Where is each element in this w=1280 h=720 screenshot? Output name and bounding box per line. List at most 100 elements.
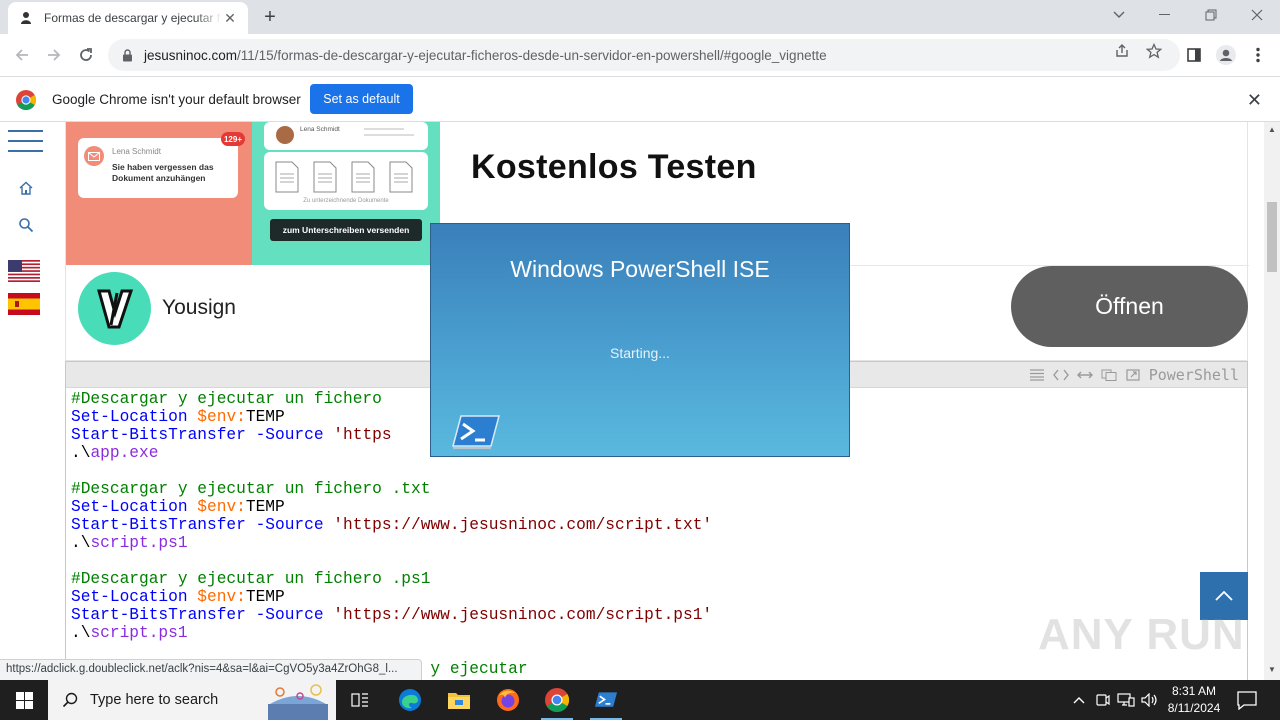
taskbar-clock[interactable]: 8:31 AM 8/11/2024 (1160, 683, 1228, 717)
chrome-logo-icon (16, 90, 36, 110)
share-icon[interactable] (1113, 42, 1131, 60)
view-source-icon[interactable] (1052, 368, 1069, 382)
back-arrow-icon[interactable] (9, 42, 35, 68)
status-bar-url: https://adclick.g.doubleclick.net/aclk?n… (0, 659, 422, 680)
scroll-up-arrow-icon[interactable]: ▲ (1268, 126, 1276, 134)
code-line: Start-BitsTransfer -Source 'https://www.… (71, 606, 713, 624)
page-scrollbar[interactable]: ▲ ▼ (1264, 122, 1280, 680)
lock-icon[interactable] (120, 48, 134, 62)
taskbar-search-box[interactable]: Type here to search (48, 680, 336, 720)
chevron-up-icon (1215, 591, 1233, 601)
signer-avatar (276, 126, 294, 144)
scroll-thumb[interactable] (1267, 202, 1277, 272)
ad-notification-badge: 129+ (221, 132, 245, 146)
code-line: .\script.ps1 (71, 534, 188, 552)
search-placeholder: Type here to search (90, 692, 219, 708)
url-text[interactable]: jesusninoc.com/11/15/formas-de-descargar… (144, 48, 827, 63)
code-line: #Descargar y ejecutar un fichero .txt (71, 480, 431, 498)
copy-icon[interactable] (1101, 368, 1117, 382)
bookmark-star-icon[interactable] (1145, 42, 1163, 60)
chrome-menu-icon[interactable] (1247, 44, 1269, 66)
open-new-window-icon[interactable] (1125, 368, 1141, 382)
home-icon[interactable] (14, 176, 38, 200)
scroll-down-arrow-icon[interactable]: ▼ (1268, 666, 1276, 674)
network-icon[interactable] (1117, 691, 1135, 709)
taskbar-file-explorer[interactable] (435, 680, 483, 720)
side-panel-icon[interactable] (1183, 44, 1205, 66)
taskbar-powershell-ise[interactable] (582, 680, 630, 720)
set-as-default-button[interactable]: Set as default (310, 84, 413, 114)
search-highlight-icon (268, 684, 328, 720)
minimize-button[interactable] (1142, 0, 1188, 30)
restore-button[interactable] (1188, 0, 1234, 30)
view-plain-icon[interactable] (1029, 368, 1045, 382)
taskbar-edge[interactable] (386, 680, 434, 720)
ad-open-button[interactable]: Öffnen (1011, 266, 1248, 347)
powershell-ise-splash: Windows PowerShell ISE Starting... (430, 223, 850, 457)
firefox-icon (497, 689, 519, 711)
taskbar-firefox[interactable] (484, 680, 532, 720)
ad-documents-card: Zu unterzeichnende Dokumente (264, 152, 428, 210)
infobar-message: Google Chrome isn't your default browser (52, 92, 301, 107)
tab-title: Formas de descargar y ejecutar ficheros … (44, 11, 222, 25)
ad-image-right[interactable]: Lena Schmidt Zu unterzeichnende Dokument… (252, 122, 440, 265)
tab-search-chevron-icon[interactable] (1096, 0, 1142, 30)
code-line: Start-BitsTransfer -Source 'https://www.… (71, 516, 713, 534)
code-language-label: PowerShell (1148, 366, 1239, 384)
ad-headline[interactable]: Kostenlos Testen (471, 148, 757, 187)
notification-center-icon[interactable] (1236, 690, 1258, 710)
url-path: /11/15/formas-de-descargar-y-ejecutar-fi… (237, 47, 827, 63)
address-bar[interactable]: jesusninoc.com/11/15/formas-de-descargar… (108, 39, 1180, 71)
folder-icon (448, 693, 470, 709)
ad-notification-card: Lena Schmidt Sie haben vergessen das Dok… (78, 138, 238, 198)
new-tab-button[interactable]: + (258, 6, 282, 28)
ad-card1-name: Lena Schmidt (112, 147, 161, 156)
volume-icon[interactable] (1141, 691, 1159, 709)
tab-close-icon[interactable]: ✕ (222, 10, 238, 26)
windows-logo-icon (15, 691, 33, 709)
reload-icon[interactable] (73, 42, 99, 68)
infobar-close-icon[interactable]: ✕ (1247, 90, 1262, 111)
default-browser-infobar: Google Chrome isn't your default browser… (0, 76, 1280, 122)
search-icon[interactable] (14, 213, 38, 237)
anyrun-watermark: ANY RUN (1038, 610, 1245, 659)
chrome-icon (545, 688, 569, 712)
search-icon (62, 692, 78, 708)
taskbar-chrome[interactable] (533, 680, 581, 720)
profile-avatar-icon[interactable] (1215, 44, 1237, 66)
mail-icon (84, 146, 104, 166)
task-view-icon (351, 693, 368, 707)
ad-card2-name: Lena Schmidt (300, 126, 340, 133)
site-left-rail (0, 122, 56, 680)
powershell-logo-icon (452, 415, 500, 449)
expand-width-icon[interactable] (1076, 368, 1093, 382)
hamburger-menu-icon[interactable] (8, 130, 44, 154)
windows-taskbar: Type here to search 8:31 AM 8/11/2024 (0, 680, 1280, 720)
ad-send-for-signature-button[interactable]: zum Unterschreiben versenden (270, 219, 422, 241)
ad-card1-text: Sie haben vergessen das Dokument anzuhän… (112, 162, 214, 183)
start-button[interactable] (0, 680, 48, 720)
ad-card2-caption: Zu unterzeichnende Dokumente (303, 198, 389, 204)
code-line: Set-Location $env:TEMP (71, 588, 285, 606)
ad-signer-card: Lena Schmidt (264, 122, 428, 150)
splash-status: Starting... (610, 345, 670, 361)
splash-title: Windows PowerShell ISE (510, 256, 770, 282)
meet-now-icon[interactable] (1094, 691, 1112, 709)
close-window-button[interactable] (1234, 0, 1280, 30)
code-line: .\script.ps1 (71, 624, 188, 642)
ad-brand-name[interactable]: Yousign (162, 296, 236, 320)
powershell-icon (594, 692, 618, 707)
task-view-button[interactable] (336, 680, 384, 720)
document-icon (275, 161, 413, 193)
code-line: Set-Location $env:TEMP (71, 498, 285, 516)
forward-arrow-icon[interactable] (41, 42, 67, 68)
yousign-logo-icon[interactable] (78, 272, 151, 345)
us-flag-icon[interactable] (8, 260, 40, 282)
spain-flag-icon[interactable] (8, 293, 40, 315)
show-hidden-icons-chevron-icon[interactable] (1070, 691, 1088, 709)
ad-image-left[interactable]: Lena Schmidt Sie haben vergessen das Dok… (66, 122, 252, 265)
browser-tab[interactable]: Formas de descargar y ejecutar ficheros … (8, 2, 248, 34)
